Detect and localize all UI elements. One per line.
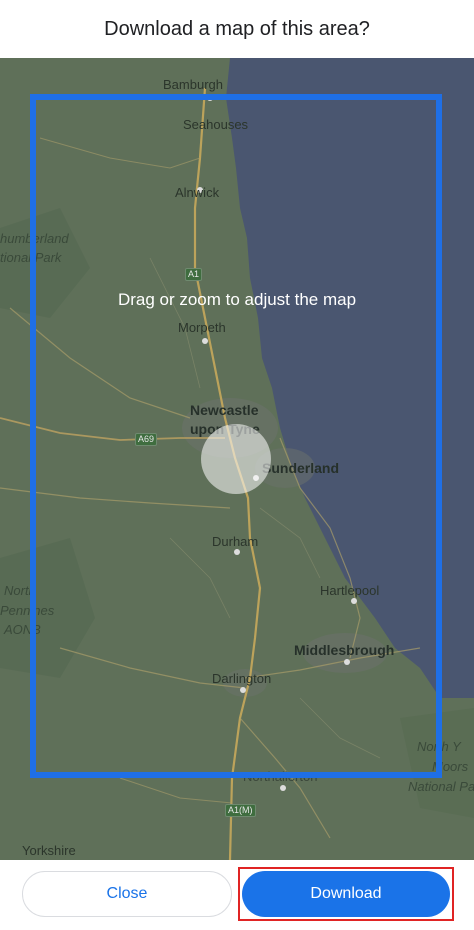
place-bamburgh: Bamburgh (163, 77, 223, 92)
drag-zoom-hint: Drag or zoom to adjust the map (117, 290, 357, 309)
place-north-york-3: National Pa (408, 779, 474, 794)
download-button[interactable]: Download (242, 871, 450, 917)
close-button[interactable]: Close (22, 871, 232, 917)
map-view[interactable]: Bamburgh Seahouses Alnwick humberland ti… (0, 58, 474, 860)
dialog-footer: Close Download (0, 860, 474, 930)
road-a1m-shield: A1(M) (225, 804, 256, 817)
place-yorkshire: Yorkshire (22, 843, 76, 858)
dialog-header: Download a map of this area? (0, 0, 474, 58)
dialog-title: Download a map of this area? (104, 17, 370, 40)
map-center-handle[interactable] (201, 424, 271, 494)
